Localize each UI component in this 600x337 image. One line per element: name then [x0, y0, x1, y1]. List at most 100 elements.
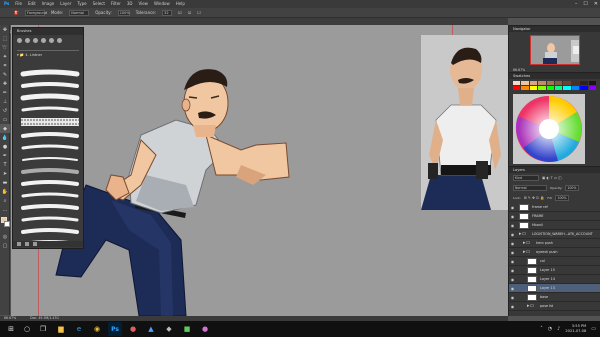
menu-window[interactable]: Window: [154, 0, 170, 8]
swatches-panel-title[interactable]: Swatches: [509, 72, 600, 79]
brush-tip-icon[interactable]: [17, 37, 22, 43]
new-brush-icon[interactable]: [25, 242, 29, 246]
more-tools-icon[interactable]: …: [0, 205, 10, 214]
layer-fill-field[interactable]: 100%: [555, 195, 570, 201]
layer-row[interactable]: ◉ frame ref: [509, 203, 600, 212]
menu-3d[interactable]: 3D: [127, 0, 133, 8]
brushes-panel-title[interactable]: Brushes: [13, 28, 83, 35]
task-view-icon[interactable]: ❐: [36, 322, 50, 336]
visibility-eye-icon[interactable]: ◉: [509, 205, 516, 210]
brush-strokes-preview[interactable]: [19, 68, 81, 248]
brush-tool-icon[interactable]: ✏: [0, 88, 10, 97]
swatch-color[interactable]: [580, 86, 588, 90]
layer-group-row[interactable]: ◉ ▸▭ hero push: [509, 239, 600, 248]
swatch-color[interactable]: [513, 86, 521, 90]
brush-tip-icon[interactable]: [33, 37, 38, 43]
bucket-tool-icon[interactable]: ◆: [0, 124, 10, 133]
menu-type[interactable]: Type: [77, 0, 86, 8]
fill-source-select[interactable]: Foreground: [24, 9, 47, 16]
layer-row[interactable]: ◉ Layer 14: [509, 275, 600, 284]
app-icon[interactable]: ●: [126, 322, 140, 336]
color-swatches[interactable]: [1, 217, 10, 229]
menu-file[interactable]: File: [15, 0, 22, 8]
visibility-eye-icon[interactable]: ◉: [509, 295, 516, 300]
menu-help[interactable]: Help: [176, 0, 185, 8]
menu-image[interactable]: Image: [42, 0, 55, 8]
magic-wand-tool-icon[interactable]: ✦: [0, 52, 10, 61]
layer-row[interactable]: ◉ Layer 13: [509, 284, 600, 293]
windows-start-icon[interactable]: ⊞: [4, 322, 18, 336]
swatch-color[interactable]: [555, 86, 563, 90]
layer-group-row[interactable]: ◉ ▸▭ pose fol: [509, 302, 600, 311]
swatch-color[interactable]: [571, 86, 580, 90]
app-icon[interactable]: ▲: [144, 322, 158, 336]
pen-tool-icon[interactable]: ✒: [0, 151, 10, 160]
layer-group-row[interactable]: ◉ ▸▭ LOGISTION_WAREH...ATK_ACCOUNT: [509, 230, 600, 239]
search-icon[interactable]: ○: [22, 324, 32, 334]
antialias-checkbox[interactable]: ☑: [178, 10, 182, 15]
layer-row[interactable]: ◉ col: [509, 257, 600, 266]
swatch-color[interactable]: [521, 81, 529, 85]
visibility-eye-icon[interactable]: ◉: [509, 286, 516, 291]
taskbar-clock[interactable]: 3:55 PM 2021-07-08: [565, 324, 586, 334]
visibility-eye-icon[interactable]: ◉: [509, 241, 516, 246]
healing-tool-icon[interactable]: ✚: [0, 79, 10, 88]
crop-tool-icon[interactable]: ⌗: [0, 61, 10, 70]
blend-mode-select[interactable]: Normal: [513, 185, 547, 191]
app-icon[interactable]: ■: [180, 322, 194, 336]
brush-tip-icon[interactable]: [57, 37, 62, 43]
volume-icon[interactable]: ♪: [557, 326, 560, 332]
swatch-color[interactable]: [588, 81, 596, 85]
brush-group-folder[interactable]: ▾ 📁 4. Lintner: [13, 51, 83, 59]
photoshop-taskbar-icon[interactable]: Ps: [108, 322, 122, 336]
swatch-color[interactable]: [513, 81, 521, 85]
app-icon[interactable]: ◆: [162, 322, 176, 336]
visibility-eye-icon[interactable]: ◉: [509, 304, 516, 309]
layer-row[interactable]: ◉ FRAME: [509, 212, 600, 221]
swatch-color[interactable]: [563, 81, 571, 85]
swatch-color[interactable]: [529, 81, 538, 85]
paint-bucket-icon[interactable]: ⛽: [14, 10, 19, 15]
swatch-color[interactable]: [521, 86, 529, 90]
mode-select[interactable]: Normal: [69, 9, 90, 16]
all-layers-checkbox[interactable]: ☐: [197, 10, 201, 15]
visibility-eye-icon[interactable]: ◉: [509, 259, 516, 264]
visibility-eye-icon[interactable]: ◉: [509, 250, 516, 255]
brush-tip-icon[interactable]: [49, 37, 54, 43]
layer-row[interactable]: ◉ base: [509, 293, 600, 302]
zoom-tool-icon[interactable]: ⌕: [0, 196, 10, 205]
screen-mode-icon[interactable]: ▢: [0, 241, 10, 250]
menu-filter[interactable]: Filter: [111, 0, 121, 8]
swatch-color[interactable]: [555, 81, 563, 85]
lock-icons[interactable]: ⊞ ✎ ✥ ⊡ 🔒: [524, 196, 545, 200]
path-select-tool-icon[interactable]: ➤: [0, 169, 10, 178]
layer-row[interactable]: ◉ Layer 15: [509, 266, 600, 275]
swatch-color[interactable]: [563, 86, 571, 90]
menu-layer[interactable]: Layer: [60, 0, 71, 8]
menu-select[interactable]: Select: [93, 0, 105, 8]
lasso-tool-icon[interactable]: ➰: [0, 43, 10, 52]
maximize-icon[interactable]: ☐: [583, 0, 587, 8]
tray-chevron-icon[interactable]: ˄: [540, 326, 543, 332]
layer-kind-filter[interactable]: Kind: [513, 175, 539, 181]
marquee-tool-icon[interactable]: ⬚: [0, 34, 10, 43]
swatch-color[interactable]: [588, 86, 596, 90]
visibility-eye-icon[interactable]: ◉: [509, 214, 516, 219]
swatch-color[interactable]: [529, 86, 538, 90]
background-color[interactable]: [4, 221, 10, 227]
navigator-panel-title[interactable]: Navigator: [509, 25, 600, 32]
history-brush-tool-icon[interactable]: ↺: [0, 106, 10, 115]
move-tool-icon[interactable]: ✥: [0, 25, 10, 34]
quick-mask-icon[interactable]: ◎: [0, 232, 10, 241]
network-icon[interactable]: ◔: [548, 326, 552, 332]
navigator-preview[interactable]: [529, 35, 580, 65]
swatch-color[interactable]: [580, 81, 588, 85]
hand-tool-icon[interactable]: ✋: [0, 187, 10, 196]
layer-group-row[interactable]: ◉ ▸▭ ayeesh push: [509, 248, 600, 257]
new-group-icon[interactable]: [17, 242, 21, 246]
swatch-color[interactable]: [571, 81, 580, 85]
swatch-color[interactable]: [546, 81, 554, 85]
app-icon[interactable]: ●: [198, 322, 212, 336]
stamp-tool-icon[interactable]: ⊥: [0, 97, 10, 106]
visibility-eye-icon[interactable]: ◉: [509, 232, 516, 237]
